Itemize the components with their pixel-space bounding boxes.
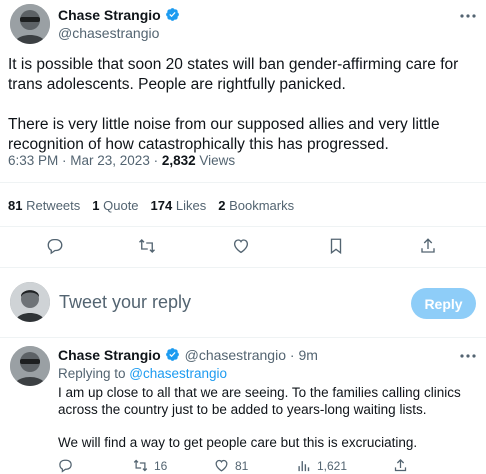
views-count: 2,832	[161, 153, 196, 168]
retweet-button[interactable]	[138, 237, 156, 255]
retweets-count: 81	[8, 198, 23, 213]
reply-author-avatar[interactable]	[10, 346, 50, 386]
replying-to-handle[interactable]: @chasestrangio	[129, 366, 227, 381]
avatar-photo-icon	[10, 282, 50, 322]
likes-stat[interactable]: 174 Likes	[151, 198, 207, 213]
quotes-count: 1	[92, 198, 100, 213]
current-user-avatar[interactable]	[10, 282, 50, 322]
views-icon	[298, 461, 310, 472]
tweet-stats: 81 Retweets 1 Quote 174 Likes 2 Bookmark…	[8, 198, 306, 213]
reply-timestamp[interactable]: 9m	[298, 347, 317, 363]
divider	[0, 267, 486, 268]
reply-reply-button[interactable]	[58, 458, 73, 473]
verified-icon	[166, 348, 180, 361]
tweet-paragraph-1: It is possible that soon 20 states will …	[8, 56, 459, 93]
reply-retweet-count: 16	[154, 458, 168, 473]
avatar-photo-icon	[10, 4, 50, 44]
likes-label: Likes	[172, 198, 207, 213]
like-icon	[233, 239, 249, 254]
replying-to-label: Replying to	[58, 366, 130, 381]
reply-header: Chase Strangio @chasestrangio · 9m	[58, 347, 318, 365]
bookmark-button[interactable]	[327, 237, 345, 255]
reply-like-count: 81	[235, 458, 249, 473]
likes-count: 174	[150, 198, 173, 213]
replying-to: Replying to @chasestrangio	[58, 366, 227, 381]
more-icon	[460, 354, 476, 358]
quotes-label: Quote	[99, 198, 139, 213]
reply-views-count: 1,621	[317, 458, 348, 473]
share-icon	[394, 458, 407, 472]
views-label: Views	[195, 153, 236, 168]
bookmarks-label: Bookmarks	[225, 198, 295, 213]
more-button[interactable]	[458, 9, 478, 21]
quotes-stat[interactable]: 1 Quote	[92, 198, 138, 213]
retweets-stat[interactable]: 81 Retweets	[8, 198, 80, 213]
reply-author-handle[interactable]: @chasestrangio	[185, 347, 286, 363]
reply-retweet-button[interactable]: 16	[133, 458, 167, 473]
tweet-meta: 6:33 PM · Mar 23, 2023 · 2,832 Views	[8, 153, 235, 168]
reply-share-button[interactable]	[393, 458, 408, 473]
verified-icon	[166, 8, 180, 21]
separator-dot: ·	[286, 347, 299, 363]
reply-action-bar: 16 81 1,621	[0, 457, 486, 474]
bookmark-icon	[330, 238, 342, 255]
reply-submit-label: Reply	[424, 295, 463, 312]
reply-paragraph-1: I am up close to all that we are seeing.…	[58, 385, 461, 417]
bookmarks-stat[interactable]: 2 Bookmarks	[218, 198, 294, 213]
share-icon	[421, 238, 435, 253]
like-icon	[215, 459, 228, 472]
retweet-icon	[133, 459, 148, 472]
reply-author-name[interactable]: Chase Strangio	[58, 347, 161, 363]
tweet-text: It is possible that soon 20 states will …	[8, 55, 478, 155]
retweets-label: Retweets	[22, 198, 81, 213]
divider	[0, 337, 486, 338]
reply-button[interactable]	[46, 237, 64, 255]
author-handle[interactable]: @chasestrangio	[58, 25, 159, 41]
avatar-photo-icon	[10, 346, 50, 386]
divider	[0, 182, 486, 183]
reply-submit-button[interactable]: Reply	[411, 288, 476, 319]
reply-icon	[59, 459, 72, 473]
author-name-row: Chase Strangio	[58, 7, 180, 25]
share-button[interactable]	[419, 237, 437, 255]
reply-icon	[47, 238, 63, 255]
reply-like-button[interactable]: 81	[214, 458, 248, 473]
more-icon	[460, 14, 476, 18]
reply-text: I am up close to all that we are seeing.…	[58, 384, 478, 451]
author-name[interactable]: Chase Strangio	[58, 7, 161, 23]
tweet-timestamp[interactable]: 6:33 PM · Mar 23, 2023 ·	[8, 153, 162, 168]
divider	[0, 226, 486, 227]
tweet-action-bar	[0, 236, 486, 258]
reply-more-button[interactable]	[458, 349, 478, 361]
reply-paragraph-2: We will find a way to get people care bu…	[58, 435, 418, 450]
like-button[interactable]	[232, 237, 250, 255]
tweet-paragraph-2: There is very little noise from our supp…	[8, 116, 440, 153]
reply-views-button[interactable]: 1,621	[296, 458, 347, 473]
retweet-icon	[139, 239, 155, 253]
author-avatar[interactable]	[10, 4, 50, 44]
reply-input[interactable]: Tweet your reply	[59, 292, 191, 313]
